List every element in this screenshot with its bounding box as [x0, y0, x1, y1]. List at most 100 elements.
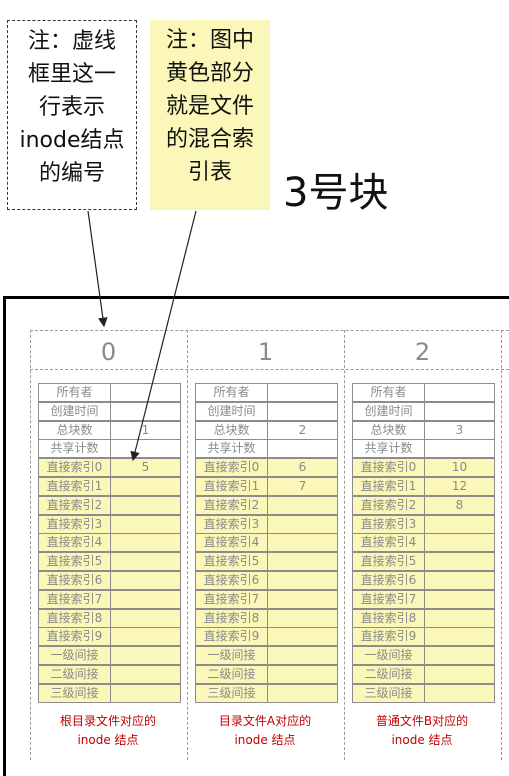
- inode-caption: 根目录文件对应的 inode 结点: [33, 712, 183, 750]
- inode-field-value: [110, 683, 181, 703]
- inode-field-label: 直接索引6: [38, 571, 111, 590]
- inode-field-value: [110, 665, 181, 684]
- inode-field-label: 直接索引3: [352, 514, 425, 534]
- inode-row: 直接索引2: [195, 495, 338, 515]
- inode-field-value: [424, 439, 495, 459]
- inode-row: 所有者: [38, 383, 181, 402]
- inode-row: 一级间接: [352, 646, 495, 666]
- inode-caption: 普通文件B对应的 inode 结点: [347, 712, 497, 750]
- note-inode-number: 注：虚线 框里这一 行表示 inode结点 的编号: [7, 20, 137, 210]
- inode-field-label: 直接索引1: [352, 477, 425, 496]
- inode-row: 直接索引4: [38, 533, 181, 553]
- inode-row: 直接索引9: [352, 627, 495, 647]
- block-title: 3号块: [283, 170, 389, 216]
- inode-field-value: [424, 608, 495, 628]
- inode-field-label: 直接索引8: [195, 608, 268, 628]
- note-line: 的编号: [38, 161, 105, 186]
- caption-line: 普通文件B对应的: [375, 714, 469, 728]
- inode-field-value: [267, 571, 338, 590]
- inode-row: 直接索引2: [38, 495, 181, 515]
- inode-row: 直接索引5: [195, 552, 338, 572]
- inode-field-label: 直接索引7: [352, 589, 425, 609]
- caption-line: inode 结点: [391, 733, 453, 747]
- inode-field-label: 二级间接: [352, 665, 425, 684]
- column-divider: [501, 330, 502, 760]
- inode-row: 总块数 1: [38, 420, 181, 440]
- inode-field-value: [267, 646, 338, 666]
- inode-field-value: 2: [267, 420, 338, 440]
- inode-row: 共享计数: [352, 439, 495, 459]
- inode-row: 直接索引9: [195, 627, 338, 647]
- inode-field-label: 所有者: [38, 383, 111, 402]
- inode-row: 直接索引1 12: [352, 477, 495, 496]
- inode-row: 直接索引0 6: [195, 458, 338, 478]
- inode-field-label: 直接索引0: [352, 458, 425, 478]
- inode-field-value: [110, 589, 181, 609]
- inode-field-label: 直接索引7: [195, 589, 268, 609]
- inode-row: 二级间接: [195, 665, 338, 684]
- inode-field-label: 共享计数: [352, 439, 425, 459]
- inode-field-label: 直接索引1: [195, 477, 268, 496]
- inode-row: 二级间接: [38, 665, 181, 684]
- inode-row: 三级间接: [352, 683, 495, 703]
- inode-field-label: 二级间接: [195, 665, 268, 684]
- inode-number: 1: [257, 338, 274, 366]
- inode-field-value: [267, 683, 338, 703]
- inode-field-label: 共享计数: [38, 439, 111, 459]
- inode-field-value: [267, 495, 338, 515]
- inode-field-label: 直接索引0: [195, 458, 268, 478]
- inode-field-label: 直接索引8: [352, 608, 425, 628]
- column-divider: [344, 330, 345, 760]
- inode-row: 直接索引0 10: [352, 458, 495, 478]
- inode-field-label: 直接索引0: [38, 458, 111, 478]
- inode-row: 直接索引9: [38, 627, 181, 647]
- inode-row: 总块数 3: [352, 420, 495, 440]
- inode-field-value: [110, 383, 181, 402]
- inode-row: 直接索引8: [38, 608, 181, 628]
- inode-field-label: 直接索引5: [195, 552, 268, 572]
- inode-row: 总块数 2: [195, 420, 338, 440]
- inode-row: 直接索引7: [38, 589, 181, 609]
- inode-field-label: 三级间接: [38, 683, 111, 703]
- note-index-table: 注：图中 黄色部分 就是文件 的混合索 引表: [150, 20, 270, 210]
- note-line: 黄色部分: [165, 61, 254, 86]
- inode-field-value: [110, 646, 181, 666]
- inode-field-label: 创建时间: [38, 401, 111, 421]
- inode-field-label: 共享计数: [195, 439, 268, 459]
- inode-field-value: [424, 383, 495, 402]
- inode-field-label: 直接索引4: [352, 533, 425, 553]
- inode-number: 0: [100, 338, 117, 366]
- inode-field-value: 12: [424, 477, 495, 496]
- inode-field-label: 直接索引9: [195, 627, 268, 647]
- inode-row: 直接索引3: [38, 514, 181, 534]
- inode-field-label: 直接索引3: [38, 514, 111, 534]
- inode-field-value: [424, 627, 495, 647]
- inode-field-label: 直接索引5: [352, 552, 425, 572]
- inode-row: 直接索引5: [38, 552, 181, 572]
- inode-field-value: [110, 514, 181, 534]
- inode-field-label: 所有者: [195, 383, 268, 402]
- inode-field-value: [267, 608, 338, 628]
- inode-field-label: 总块数: [352, 420, 425, 440]
- inode-field-value: [424, 533, 495, 553]
- inode-field-value: [110, 495, 181, 515]
- caption-line: 目录文件A对应的: [218, 714, 312, 728]
- inode-field-label: 直接索引9: [352, 627, 425, 647]
- inode-field-label: 一级间接: [38, 646, 111, 666]
- note-line: 框里这一: [27, 62, 116, 87]
- inode-field-value: [424, 665, 495, 684]
- inode-field-value: [110, 439, 181, 459]
- inode-field-label: 直接索引4: [38, 533, 111, 553]
- inode-field-value: [424, 571, 495, 590]
- inode-row: 直接索引6: [38, 571, 181, 590]
- inode-row: 直接索引5: [352, 552, 495, 572]
- inode-field-label: 直接索引7: [38, 589, 111, 609]
- inode-field-value: [110, 571, 181, 590]
- inode-field-label: 一级间接: [352, 646, 425, 666]
- inode-field-value: [267, 552, 338, 572]
- inode-row: 直接索引0 5: [38, 458, 181, 478]
- inode-field-value: [424, 401, 495, 421]
- inode-field-value: [424, 589, 495, 609]
- inode-row: 直接索引7: [195, 589, 338, 609]
- caption-line: inode 结点: [77, 733, 139, 747]
